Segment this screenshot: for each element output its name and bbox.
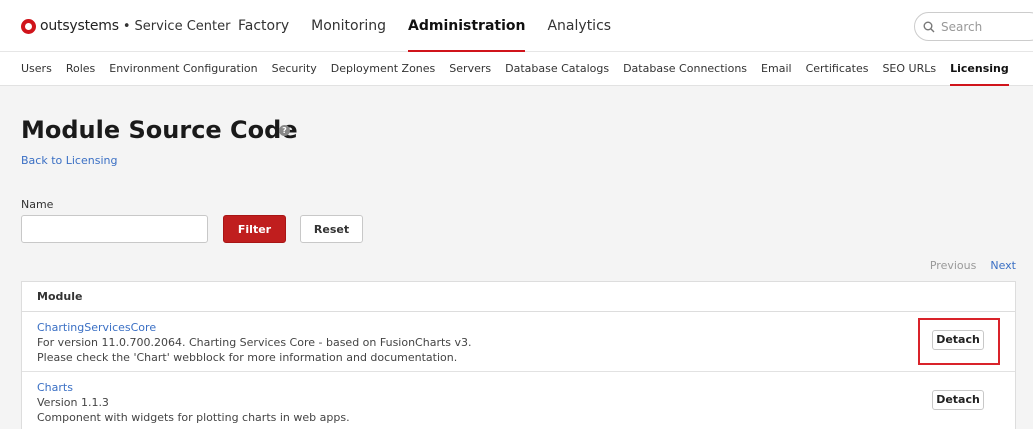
name-filter-input[interactable]	[21, 215, 208, 243]
search-box[interactable]	[914, 12, 1033, 41]
sub-nav: Users Roles Environment Configuration Se…	[21, 52, 1023, 86]
sub-nav-licensing[interactable]: Licensing	[950, 52, 1009, 86]
sub-nav-deployment-zones[interactable]: Deployment Zones	[331, 52, 436, 86]
page-title: Module Source Code	[21, 116, 298, 144]
sub-nav-database-catalogs[interactable]: Database Catalogs	[505, 52, 609, 86]
sub-nav-users[interactable]: Users	[21, 52, 52, 86]
outsystems-logo-icon	[21, 18, 36, 34]
reset-button[interactable]: Reset	[300, 215, 363, 243]
main-nav-monitoring[interactable]: Monitoring	[311, 0, 386, 52]
table-row: Charts Version 1.1.3 Component with widg…	[22, 372, 1015, 429]
pager: Previous Next	[930, 259, 1016, 272]
next-page-link[interactable]: Next	[990, 259, 1016, 272]
search-icon	[923, 21, 935, 32]
help-icon[interactable]: ?	[279, 125, 290, 136]
main-nav-factory[interactable]: Factory	[238, 0, 289, 52]
highlight-annotation-box	[918, 318, 1000, 365]
module-column-header: Module	[22, 282, 1015, 312]
search-input[interactable]	[941, 19, 1031, 34]
name-filter-label: Name	[21, 198, 54, 211]
main-nav-administration[interactable]: Administration	[408, 0, 526, 52]
main-nav-analytics[interactable]: Analytics	[547, 0, 611, 52]
sub-nav-email[interactable]: Email	[761, 52, 792, 86]
filter-button[interactable]: Filter	[223, 215, 286, 243]
table-row: ChartingServicesCore For version 11.0.70…	[22, 312, 1015, 372]
logo[interactable]: outsystems • Service Center	[21, 18, 230, 34]
sub-nav-seo-urls[interactable]: SEO URLs	[882, 52, 936, 86]
module-name-link[interactable]: ChartingServicesCore	[37, 320, 1015, 335]
back-to-licensing-link[interactable]: Back to Licensing	[21, 154, 117, 167]
main-nav: Factory Monitoring Administration Analyt…	[238, 0, 633, 52]
module-description: Please check the 'Chart' webblock for mo…	[37, 351, 458, 364]
header: outsystems • Service Center Factory Moni…	[0, 0, 1033, 86]
module-description: For version 11.0.700.2064. Charting Serv…	[37, 336, 472, 349]
sub-nav-security[interactable]: Security	[272, 52, 317, 86]
top-bar: outsystems • Service Center Factory Moni…	[0, 0, 1033, 52]
module-name-link[interactable]: Charts	[37, 380, 1015, 395]
sub-nav-certificates[interactable]: Certificates	[806, 52, 869, 86]
previous-page-link[interactable]: Previous	[930, 259, 977, 272]
modules-table: Module ChartingServicesCore For version …	[21, 281, 1016, 429]
sub-nav-servers[interactable]: Servers	[449, 52, 491, 86]
detach-button[interactable]: Detach	[932, 390, 984, 410]
module-description: Component with widgets for plotting char…	[37, 411, 350, 424]
sub-nav-roles[interactable]: Roles	[66, 52, 95, 86]
brand-name: outsystems	[40, 18, 119, 34]
sub-nav-environment-configuration[interactable]: Environment Configuration	[109, 52, 257, 86]
product-name: Service Center	[134, 18, 231, 34]
brand-separator: •	[122, 18, 131, 34]
module-description: Version 1.1.3	[37, 396, 109, 409]
sub-nav-database-connections[interactable]: Database Connections	[623, 52, 747, 86]
